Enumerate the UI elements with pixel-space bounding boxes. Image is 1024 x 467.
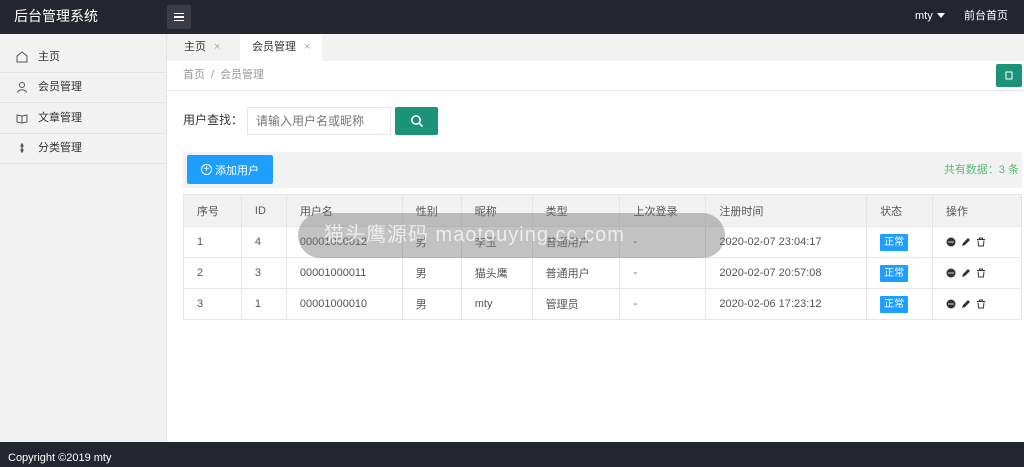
edit-icon[interactable] (961, 299, 971, 309)
delete-icon[interactable] (976, 268, 986, 278)
cell-no: 2 (183, 257, 242, 289)
caret-down-icon (936, 13, 945, 18)
menu-toggle-button[interactable] (167, 5, 191, 29)
cell-actions (932, 288, 1022, 320)
cell-nickname: 猫头鹰 (460, 257, 533, 289)
sidebar-item-articles[interactable]: 文章管理 (0, 103, 166, 134)
status-badge: 正常 (880, 295, 909, 313)
plus-circle-icon: + (201, 164, 212, 175)
cell-last-login: - (619, 288, 707, 320)
cell-no: 3 (183, 288, 242, 320)
refresh-icon (1005, 71, 1013, 80)
sidebar-item-label: 主页 (38, 50, 60, 63)
tag-icon (16, 142, 28, 154)
book-icon (16, 112, 28, 124)
user-name: mty (915, 10, 933, 22)
close-icon[interactable]: × (304, 41, 310, 53)
breadcrumb-home[interactable]: 首页 (183, 69, 205, 81)
cell-status: 正常 (866, 288, 934, 320)
cell-id: 1 (240, 288, 287, 320)
col-header: 操作 (932, 194, 1022, 227)
delete-icon[interactable] (976, 237, 986, 247)
app-logo: 后台管理系统 (14, 8, 98, 24)
cell-username: 00001000011 (285, 257, 403, 289)
breadcrumb-bar: 首页 / 会员管理 (167, 61, 1024, 91)
refresh-button[interactable] (996, 64, 1022, 87)
view-icon[interactable] (946, 268, 956, 278)
cell-actions (932, 257, 1022, 289)
cell-type: 管理员 (531, 288, 621, 320)
user-icon (16, 81, 28, 93)
cell-registered: 2020-02-06 17:23:12 (705, 288, 868, 320)
edit-icon[interactable] (961, 268, 971, 278)
breadcrumb-current: 会员管理 (220, 69, 265, 81)
cell-registered: 2020-02-07 23:04:17 (705, 226, 868, 258)
cell-nickname: mty (460, 288, 533, 320)
breadcrumb-separator: / (211, 69, 215, 81)
search-label: 用户查找： (183, 113, 244, 127)
cell-id: 4 (240, 226, 287, 258)
status-badge: 正常 (880, 233, 909, 251)
tab-home[interactable]: 主页 × (172, 34, 232, 61)
col-header: 序号 (183, 194, 242, 227)
status-badge: 正常 (880, 264, 909, 282)
cell-gender: 男 (401, 257, 462, 289)
col-header: 状态 (866, 194, 934, 227)
table-toolbar: + 添加用户 共有数据：3 条 (183, 152, 1022, 188)
cell-gender: 男 (401, 288, 462, 320)
sidebar-item-label: 文章管理 (38, 111, 82, 124)
copyright-text: Copyright ©2019 mty (8, 452, 112, 464)
top-header: 后台管理系统 mty 前台首页 (0, 0, 1024, 34)
user-menu[interactable]: mty (915, 0, 945, 34)
cell-status: 正常 (866, 226, 934, 258)
tab-members[interactable]: 会员管理 × (240, 34, 323, 61)
close-icon[interactable]: × (214, 41, 220, 53)
total-count: 共有数据：3 条 (943, 164, 1019, 176)
sidebar-item-home[interactable]: 主页 (0, 42, 166, 73)
cell-registered: 2020-02-07 20:57:08 (705, 257, 868, 289)
tab-label: 会员管理 (252, 41, 296, 53)
view-icon[interactable] (946, 237, 956, 247)
cell-actions (932, 226, 1022, 258)
cell-username: 00001000010 (285, 288, 403, 320)
sidebar: 主页 会员管理 文章管理 分类管理 (0, 34, 167, 442)
table-row: 3 1 00001000010 男 mty 管理员 - 2020-02-06 1… (183, 288, 1022, 320)
home-icon (16, 51, 28, 63)
front-home-link[interactable]: 前台首页 (964, 0, 1008, 34)
tab-bar: 主页 × 会员管理 × (167, 34, 1024, 61)
add-user-button[interactable]: + 添加用户 (187, 155, 273, 184)
col-header: ID (240, 194, 287, 227)
breadcrumb: 首页 / 会员管理 (183, 61, 264, 91)
search-icon (410, 115, 423, 128)
watermark: 猫头鹰源码 maotouying.cc.com (298, 213, 725, 258)
sidebar-item-categories[interactable]: 分类管理 (0, 134, 166, 164)
sidebar-item-members[interactable]: 会员管理 (0, 73, 166, 103)
footer: Copyright ©2019 mty (0, 442, 1024, 467)
cell-no: 1 (183, 226, 242, 258)
edit-icon[interactable] (961, 237, 971, 247)
tab-label: 主页 (184, 41, 206, 53)
cell-type: 普通用户 (531, 257, 621, 289)
sidebar-item-label: 会员管理 (38, 81, 82, 94)
search-button[interactable] (395, 107, 438, 135)
add-user-label: 添加用户 (215, 164, 259, 177)
col-header: 注册时间 (705, 194, 868, 227)
cell-last-login: - (619, 257, 707, 289)
sidebar-item-label: 分类管理 (38, 142, 82, 155)
delete-icon[interactable] (976, 299, 986, 309)
cell-id: 3 (240, 257, 287, 289)
search-input[interactable] (247, 107, 391, 135)
cell-status: 正常 (866, 257, 934, 289)
view-icon[interactable] (946, 299, 956, 309)
table-row: 2 3 00001000011 男 猫头鹰 普通用户 - 2020-02-07 … (183, 257, 1022, 289)
